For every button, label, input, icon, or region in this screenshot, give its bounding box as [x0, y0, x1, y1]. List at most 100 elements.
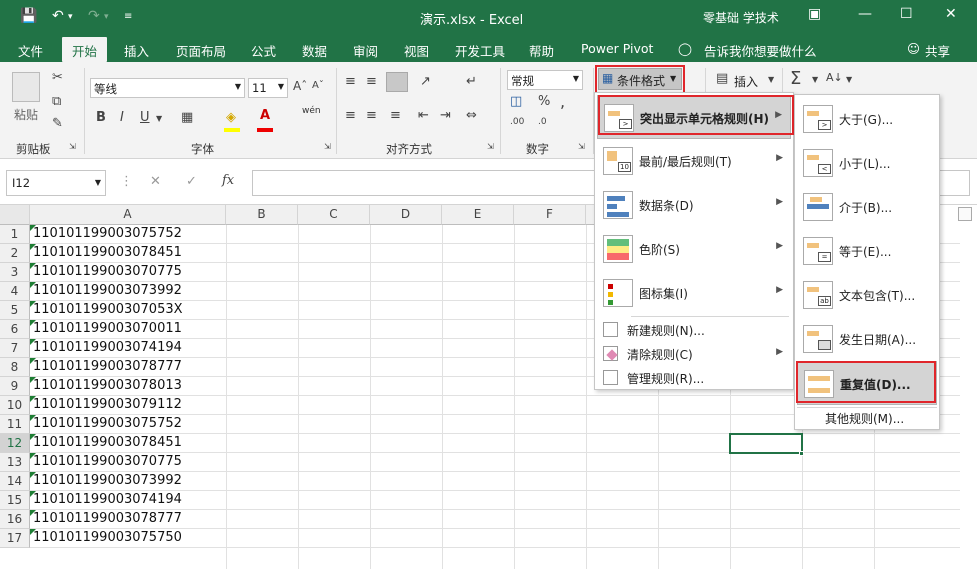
align-left-icon[interactable]: ≡ [345, 108, 356, 123]
active-cell[interactable] [729, 433, 803, 454]
orientation-icon[interactable]: ↗ [420, 74, 431, 89]
increase-font-icon[interactable]: Aˆ [293, 79, 307, 93]
row-header[interactable]: 11 [0, 415, 30, 434]
font-size-combo[interactable]: 11 ▼ [248, 78, 288, 98]
align-top-icon[interactable]: ≡ [345, 74, 356, 89]
menu-item-clear-rules[interactable]: 清除规则(C) ▶ [597, 342, 791, 366]
increase-decimal-icon[interactable]: .00 [510, 117, 524, 127]
cell-a[interactable]: 110101199003070011 [30, 320, 182, 339]
column-header-a[interactable]: A [30, 205, 226, 225]
ribbon-display-icon[interactable]: ▣ [808, 6, 821, 22]
clipboard-icon[interactable] [12, 72, 40, 102]
align-center-icon[interactable]: ≡ [366, 108, 377, 123]
phonetic-icon[interactable]: wén [302, 106, 321, 116]
row-header[interactable]: 7 [0, 339, 30, 358]
chevron-down-icon[interactable]: ▼ [846, 75, 852, 84]
font-launcher-icon[interactable]: ⇲ [324, 142, 331, 151]
save-icon[interactable]: 💾 [20, 8, 37, 24]
tab-help[interactable]: 帮助 [529, 41, 554, 60]
number-format-combo[interactable]: 常规 ▼ [507, 70, 583, 90]
column-header-e[interactable]: E [442, 205, 514, 225]
close-icon[interactable]: ✕ [945, 6, 957, 22]
insert-function-icon[interactable]: fx [222, 173, 234, 188]
menu-item-top-bottom-rules[interactable]: 10 最前/最后规则(T) ▶ [597, 139, 791, 183]
submenu-item-text-contains[interactable]: ab 文本包含(T)... [797, 273, 937, 317]
chevron-down-icon[interactable]: ▼ [812, 75, 818, 84]
alignment-launcher-icon[interactable]: ⇲ [487, 142, 494, 151]
format-painter-icon[interactable]: ✎ [52, 116, 63, 131]
insert-button[interactable]: 插入 [734, 73, 758, 90]
copy-icon[interactable]: ⧉ [52, 94, 61, 109]
submenu-item-more-rules[interactable]: 其他规则(M)... [825, 410, 904, 427]
row-header[interactable]: 9 [0, 377, 30, 396]
row-header[interactable]: 16 [0, 510, 30, 529]
decrease-font-icon[interactable]: Aˇ [312, 80, 324, 91]
minimize-icon[interactable]: — [858, 6, 872, 22]
row-header[interactable]: 6 [0, 320, 30, 339]
row-header[interactable]: 1 [0, 225, 30, 244]
undo-icon[interactable]: ↶ [52, 8, 64, 24]
number-launcher-icon[interactable]: ⇲ [578, 142, 585, 151]
align-middle-icon[interactable]: ≡ [366, 74, 377, 89]
decrease-decimal-icon[interactable]: .0 [538, 117, 547, 127]
cell-a[interactable]: 110101199003078013 [30, 377, 182, 396]
redo-icon[interactable]: ↷ [88, 8, 100, 24]
row-header[interactable]: 3 [0, 263, 30, 282]
cell-a[interactable]: 110101199003075750 [30, 529, 182, 548]
fill-color-icon[interactable]: ◈ [226, 110, 236, 125]
name-box[interactable]: I12 ▼ [6, 170, 106, 196]
cut-icon[interactable]: ✂ [52, 70, 63, 85]
comma-icon[interactable]: , [560, 92, 565, 111]
tab-file[interactable]: 文件 [18, 41, 43, 60]
wrap-text-icon[interactable]: ↵ [466, 74, 477, 89]
row-header[interactable]: 2 [0, 244, 30, 263]
paste-button[interactable]: 粘贴 [14, 106, 38, 123]
tab-insert[interactable]: 插入 [124, 41, 149, 60]
tab-review[interactable]: 审阅 [353, 41, 378, 60]
undo-dropdown-icon[interactable]: ▾ [68, 12, 73, 22]
tab-power-pivot[interactable]: Power Pivot [581, 41, 653, 56]
cell-a[interactable]: 110101199003078451 [30, 244, 182, 263]
tab-developer[interactable]: 开发工具 [455, 41, 505, 60]
underline-button[interactable]: U [140, 110, 150, 125]
cell-a[interactable]: 110101199003070775 [30, 453, 182, 472]
tab-formulas[interactable]: 公式 [251, 41, 276, 60]
share-button[interactable]: 共享 [925, 41, 950, 60]
border-icon[interactable]: ▦ [181, 110, 193, 125]
column-header-d[interactable]: D [370, 205, 442, 225]
cell-a[interactable]: 110101199003078777 [30, 358, 182, 377]
row-header[interactable]: 12 [0, 434, 30, 453]
cell-a[interactable]: 110101199003078451 [30, 434, 182, 453]
tab-home[interactable]: 开始 [62, 37, 108, 62]
decrease-indent-icon[interactable]: ⇤ [418, 108, 429, 123]
account-name[interactable]: 零基础 学技术 [703, 9, 779, 26]
chevron-down-icon[interactable]: ▼ [768, 75, 774, 84]
row-header[interactable]: 14 [0, 472, 30, 491]
tell-me-search[interactable]: 告诉我你想要做什么 [704, 41, 817, 60]
menu-item-manage-rules[interactable]: 管理规则(R)... [597, 366, 791, 390]
tab-view[interactable]: 视图 [404, 41, 429, 60]
row-header[interactable]: 5 [0, 301, 30, 320]
column-header-b[interactable]: B [226, 205, 298, 225]
cell-a[interactable]: 110101199003070775 [30, 263, 182, 282]
cell-a[interactable]: 110101199003079112 [30, 396, 182, 415]
clipboard-launcher-icon[interactable]: ⇲ [69, 142, 76, 151]
row-header[interactable]: 15 [0, 491, 30, 510]
select-all-corner[interactable] [0, 205, 30, 225]
customize-quick-access-icon[interactable]: ≡ [124, 11, 132, 22]
cell-a[interactable]: 110101199003073992 [30, 282, 182, 301]
menu-item-new-rule[interactable]: 新建规则(N)... [597, 318, 791, 342]
autosum-icon[interactable]: Σ [790, 68, 801, 89]
submenu-item-equal-to[interactable]: = 等于(E)... [797, 229, 937, 273]
share-icon[interactable]: ☺ [907, 41, 920, 56]
italic-button[interactable]: I [120, 110, 124, 125]
cell-a[interactable]: 110101199003075752 [30, 415, 182, 434]
cell-a[interactable]: 110101199003073992 [30, 472, 182, 491]
menu-item-data-bars[interactable]: 数据条(D) ▶ [597, 183, 791, 227]
insert-cells-icon[interactable]: ▤ [716, 71, 728, 86]
cell-a[interactable]: 110101199003074194 [30, 491, 182, 510]
cancel-icon[interactable]: ✕ [150, 174, 161, 189]
cell-a[interactable]: 11010119900307053X [30, 301, 183, 320]
column-header-c[interactable]: C [298, 205, 370, 225]
confirm-icon[interactable]: ✓ [186, 174, 197, 189]
